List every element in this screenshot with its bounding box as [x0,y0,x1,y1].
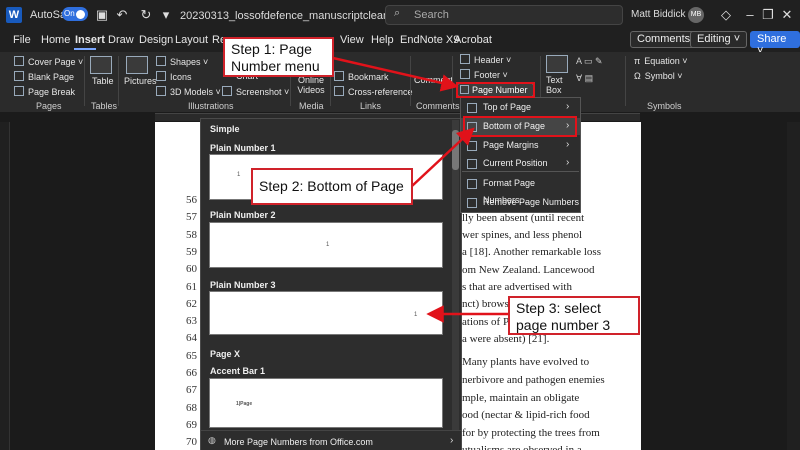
callout-step1: Step 1: Page Number menu [223,37,334,77]
arrow-step1 [332,56,459,92]
callout-step2: Step 2: Bottom of Page [251,168,413,205]
annotation-arrows [332,56,508,323]
callout-step3: Step 3: select page number 3 [508,296,640,335]
arrow-step2 [411,127,475,187]
